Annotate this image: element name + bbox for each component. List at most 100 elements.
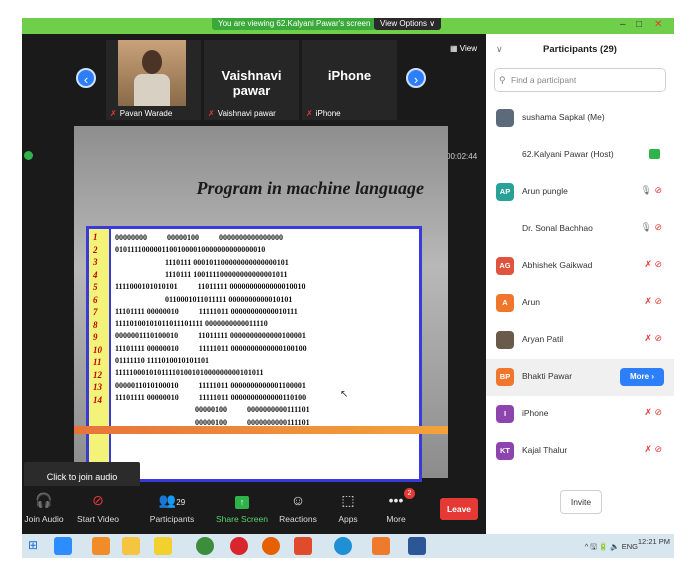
leave-button[interactable]: Leave [440, 498, 478, 520]
participant-name: 62.Kalyani Pawar (Host) [522, 149, 614, 159]
code-line: 11101111 00000010 11111011 0000000000000… [115, 392, 307, 402]
participant-row[interactable]: AP Arun pungle 🎙 ⊘ [486, 174, 674, 211]
meeting-timer: 00:02:44 [446, 152, 478, 161]
participant-name: Bhakti Pawar [522, 371, 573, 381]
participant-more-button[interactable]: More › [620, 368, 664, 386]
line-number-column: 1 2 3 4 5 6 7 8 9 10 11 12 13 14 [89, 229, 111, 479]
mic-and-video-icons: 🎙 ⊘ [640, 185, 662, 195]
participant-name: Dr. Sonal Bachhao [522, 223, 593, 233]
media-player-icon[interactable] [294, 537, 312, 555]
headphones-icon: 🎧 [35, 492, 53, 508]
view-options-button[interactable]: View Options ∨ [374, 18, 442, 30]
join-audio-button[interactable]: 🎧 Join Audio [22, 490, 74, 524]
windows-taskbar: ⊞ ^ 🖫 🔋 🔈 ENG 12:21 PM [22, 534, 674, 558]
participant-row[interactable]: BP Bhakti Pawar More › [486, 359, 674, 396]
people-icon: 👥29 [158, 492, 186, 508]
avatar: A [496, 294, 514, 312]
close-icon[interactable]: ✕ [654, 19, 662, 30]
app-icon[interactable] [154, 537, 172, 555]
app-icon[interactable] [372, 537, 390, 555]
invite-button[interactable]: Invite [560, 490, 602, 514]
video-off-icon: ⊘ [92, 492, 104, 508]
edge-icon[interactable] [334, 537, 352, 555]
avatar: I [496, 405, 514, 423]
prev-page-button[interactable]: ‹ [76, 68, 96, 88]
start-video-button[interactable]: ⊘ Start Video [68, 490, 128, 524]
tile-caption: ✗ iPhone [306, 109, 341, 118]
code-line: 1111000101010101 11011111 00000000000000… [115, 282, 306, 292]
zoom-window: You are viewing 62.Kalyani Pawar's scree… [22, 18, 674, 558]
participant-row[interactable]: KT Kajal Thalur ✗ ⊘ [486, 433, 674, 470]
line-number: 13 [93, 382, 102, 392]
tile-caption: ✗ Vaishnavi pawar [208, 109, 276, 118]
minimize-icon[interactable]: – [620, 19, 626, 30]
code-line: 0000001110100010 11011111 00000000000001… [115, 331, 306, 341]
code-line: 11101111 00000010 11111011 0000000000000… [115, 343, 307, 353]
word-icon[interactable] [408, 537, 426, 555]
avatar [496, 109, 514, 127]
muted-icons: ✗ ⊘ [644, 407, 662, 417]
windows-start-icon[interactable]: ⊞ [28, 538, 38, 552]
participant-row[interactable]: A Arun ✗ ⊘ [486, 285, 674, 322]
share-screen-button[interactable]: ↑ Share Screen [212, 490, 272, 524]
line-number: 4 [93, 269, 98, 280]
view-button[interactable]: ▦ View [450, 44, 477, 53]
line-number: 1 [93, 232, 98, 242]
file-explorer-icon[interactable] [122, 537, 140, 555]
line-number: 3 [93, 257, 98, 267]
participant-row[interactable]: Aryan Patil ✗ ⊘ [486, 322, 674, 359]
participant-search-input[interactable]: ⚲ Find a participant [494, 68, 666, 92]
participant-name: Abhishek Gaikwad [522, 260, 593, 270]
taskbar-clock[interactable]: 12:21 PM [638, 537, 670, 546]
meeting-area: ‹ ✗ Pavan Warade Vaishnavi pawar ✗ Vaishna… [22, 34, 486, 492]
code-line: 11101111 00000010 11111011 0000000000001… [115, 306, 298, 316]
tile-name: iPhone [327, 68, 372, 83]
system-tray[interactable]: ^ 🖫 🔋 🔈 ENG [585, 541, 638, 554]
video-tile-pavan[interactable]: ✗ Pavan Warade [106, 40, 201, 120]
participant-name: Kajal Thalur [522, 445, 568, 455]
slide-title: Program in machine language [196, 178, 424, 198]
encryption-shield-icon[interactable] [24, 151, 33, 160]
chrome-icon[interactable] [196, 537, 214, 555]
line-number: 12 [93, 369, 102, 380]
code-line: 01111110 1111010010101101 [115, 356, 210, 365]
firefox-icon[interactable] [262, 537, 280, 555]
participant-row[interactable]: Dr. Sonal Bachhao 🎙 ⊘ [486, 211, 674, 248]
next-page-button[interactable]: › [406, 68, 426, 88]
line-number: 10 [93, 344, 102, 355]
line-number: 14 [93, 394, 102, 405]
share-screen-icon: ↑ [212, 490, 272, 510]
participant-row[interactable]: AG Abhishek Gaikwad ✗ ⊘ [486, 248, 674, 285]
muted-icons: ✗ ⊘ [644, 333, 662, 343]
line-number: 11 [93, 357, 102, 367]
mouse-cursor-icon: ↖ [340, 389, 349, 400]
video-tile-vaishnavi[interactable]: Vaishnavi pawar ✗ Vaishnavi pawar [204, 40, 299, 120]
code-line: 11111000101011110100101000000000101011 [115, 368, 264, 378]
participant-row[interactable]: sushama Sapkal (Me) [486, 100, 674, 137]
participant-name: Arun pungle [522, 186, 568, 196]
more-button[interactable]: ••• More 2 [366, 488, 426, 524]
video-tile-iphone[interactable]: iPhone ✗ iPhone [302, 40, 397, 120]
avatar: BP [496, 368, 514, 386]
participants-button[interactable]: 👥29 Participants [142, 490, 202, 524]
code-line: 0110001011011111 0000000000010101 [115, 294, 293, 304]
zoom-app-icon[interactable] [54, 537, 72, 555]
grid-icon: ▦ [450, 44, 460, 53]
participant-row[interactable]: 62.Kalyani Pawar (Host) [486, 137, 674, 174]
code-line: 11110100101011011101111 0000000000011110 [115, 319, 268, 329]
muted-icons: ✗ ⊘ [644, 444, 662, 454]
participant-name: Arun [522, 297, 540, 307]
participant-photo [118, 40, 186, 106]
opera-icon[interactable] [230, 537, 248, 555]
vlc-icon[interactable] [92, 537, 110, 555]
mic-and-video-icons: 🎙 ⊘ [640, 222, 662, 232]
participant-row[interactable]: IiPhone ✗ ⊘ [486, 396, 674, 433]
participant-name: Aryan Patil [522, 334, 564, 344]
screen-share-icon [649, 149, 660, 159]
search-icon: ⚲ [499, 75, 506, 85]
maximize-icon[interactable]: □ [636, 19, 642, 30]
participant-name: iPhone [522, 408, 549, 418]
avatar [496, 331, 514, 349]
video-strip: ‹ ✗ Pavan Warade Vaishnavi pawar ✗ Vaishna… [22, 34, 486, 126]
line-number: 9 [93, 332, 98, 342]
